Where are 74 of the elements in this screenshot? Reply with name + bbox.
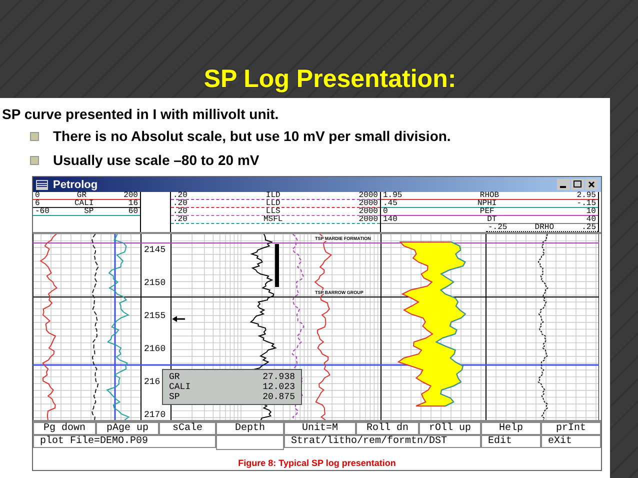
depth-label: 2160 bbox=[144, 344, 166, 354]
readout-name: CALI bbox=[169, 382, 191, 392]
menu-button[interactable]: Unit=M bbox=[284, 422, 356, 435]
menu-button[interactable]: plot File=DEMO.P09 bbox=[33, 435, 216, 448]
close-icon[interactable] bbox=[585, 179, 598, 190]
scale-max: 2000 bbox=[358, 208, 378, 215]
menu-button[interactable]: pAge up bbox=[96, 422, 159, 435]
scale-min: 1.95 bbox=[383, 192, 402, 199]
intro-text: SP curve presented in I with millivolt unit. bbox=[2, 106, 280, 122]
scale-max: 2000 bbox=[358, 192, 378, 199]
curve-name: GR bbox=[76, 192, 86, 199]
readout-name: SP bbox=[169, 392, 180, 402]
scale-min: .45 bbox=[383, 200, 398, 207]
curve-name: ILD bbox=[266, 192, 280, 199]
menu-button[interactable]: prInt bbox=[541, 422, 601, 435]
menu-button[interactable]: sCale bbox=[159, 422, 216, 435]
menu-button[interactable]: rOll up bbox=[419, 422, 481, 435]
window-title: Petrolog bbox=[53, 178, 98, 190]
figure-caption: Figure 8: Typical SP log presentation bbox=[238, 458, 396, 468]
scale-max: 2.95 bbox=[576, 192, 596, 199]
scale-min: 140 bbox=[383, 216, 398, 223]
scale-max: 40 bbox=[586, 216, 596, 223]
scale-max: -.15 bbox=[576, 200, 596, 207]
scale-max: 2000 bbox=[358, 200, 378, 207]
menu-button[interactable]: Help bbox=[481, 422, 541, 435]
readout-value: 12.023 bbox=[262, 382, 295, 392]
scale-min: 0 bbox=[383, 208, 388, 215]
curve-name: MSFL bbox=[264, 216, 283, 223]
depth-label: 2170 bbox=[144, 410, 166, 420]
curve-name: RHOB bbox=[480, 192, 500, 199]
depth-label: 2155 bbox=[144, 311, 166, 321]
scale-max: 60 bbox=[128, 208, 138, 215]
menu-button[interactable]: eXit bbox=[541, 435, 601, 448]
depth-label: 2150 bbox=[144, 278, 166, 288]
curve-name: LLS bbox=[266, 208, 280, 215]
curve-name: DRHO bbox=[534, 224, 554, 231]
curve-name: NPHI bbox=[478, 200, 497, 207]
curve-name: PEF bbox=[480, 208, 494, 215]
scale-min: .20 bbox=[173, 192, 188, 199]
scale-min: .20 bbox=[173, 208, 188, 215]
depth-label: 216 bbox=[144, 377, 160, 387]
scale-min: -.25 bbox=[488, 224, 508, 231]
scale-max: .25 bbox=[582, 224, 596, 231]
bullet-icon bbox=[30, 132, 39, 140]
curve-name: CALI bbox=[74, 200, 94, 207]
scale-min: 0 bbox=[35, 192, 40, 199]
maximize-icon[interactable] bbox=[571, 179, 584, 190]
scale-min: .20 bbox=[173, 216, 188, 223]
scale-max: 200 bbox=[124, 192, 138, 199]
menu-button[interactable]: Pg down bbox=[33, 422, 96, 435]
depth-label: 2145 bbox=[144, 245, 166, 255]
scale-max: 10 bbox=[586, 208, 596, 215]
bullet-text: Usually use scale –80 to 20 mV bbox=[53, 152, 260, 168]
core-interval-bar bbox=[275, 244, 279, 287]
bullet-text: There is no Absolut scale, but use 10 mV per small division. bbox=[53, 128, 451, 144]
readout-value: 20.875 bbox=[262, 392, 295, 402]
curve-name: DT bbox=[487, 216, 497, 223]
readout-value: 27.938 bbox=[262, 372, 295, 382]
curve-name: SP bbox=[84, 208, 94, 215]
scale-min: 6 bbox=[35, 200, 40, 207]
menu-button[interactable]: Depth bbox=[216, 422, 284, 435]
scale-min: .20 bbox=[173, 200, 188, 207]
scale-max: 2000 bbox=[358, 216, 378, 223]
menu-button[interactable]: Strat/litho/rem/formtn/DST bbox=[284, 435, 481, 448]
scale-max: 16 bbox=[128, 200, 138, 207]
menu-button[interactable]: Roll dn bbox=[356, 422, 419, 435]
window-icon bbox=[36, 180, 48, 190]
readout-name: GR bbox=[169, 372, 180, 382]
bullet-icon bbox=[30, 156, 39, 164]
slide-title: SP Log Presentation: bbox=[202, 64, 458, 95]
curve-name: LLD bbox=[266, 200, 280, 207]
menu-button[interactable]: Edit bbox=[481, 435, 541, 448]
minimize-icon[interactable] bbox=[557, 179, 570, 190]
scale-min: -60 bbox=[35, 208, 50, 215]
